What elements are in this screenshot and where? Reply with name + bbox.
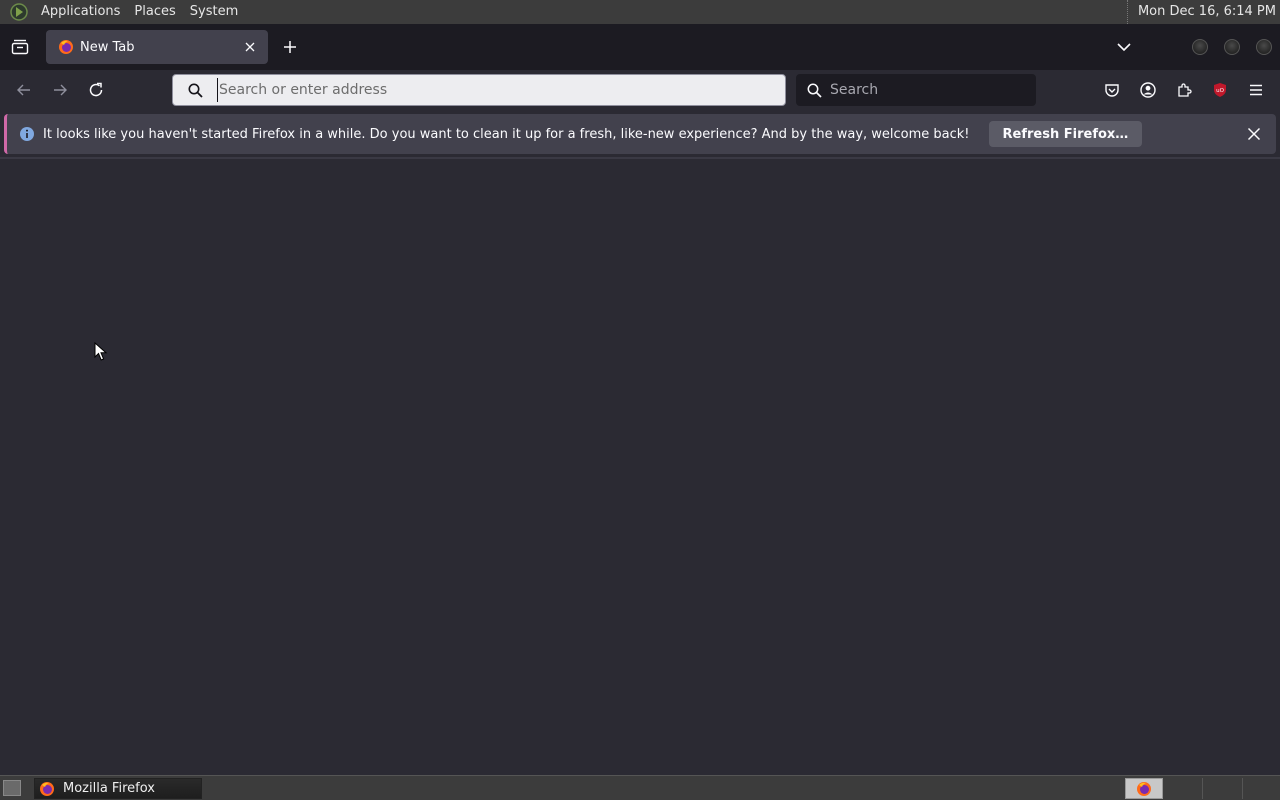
- tab-strip: New Tab: [0, 24, 1280, 70]
- top-panel: Applications Places System Mon Dec 16, 6…: [0, 0, 1280, 24]
- tab-new-tab[interactable]: New Tab: [46, 30, 268, 64]
- refresh-firefox-button[interactable]: Refresh Firefox…: [988, 121, 1143, 147]
- search-icon: [806, 82, 822, 98]
- system-menu[interactable]: System: [183, 0, 245, 24]
- tab-list-icon[interactable]: [8, 36, 32, 58]
- search-input[interactable]: [830, 82, 1036, 98]
- chevron-down-icon[interactable]: [1114, 38, 1134, 56]
- maximize-button[interactable]: [1224, 39, 1240, 55]
- bottom-taskbar: Mozilla Firefox: [0, 775, 1280, 800]
- tab-title: New Tab: [80, 39, 135, 55]
- close-icon[interactable]: [1244, 124, 1264, 144]
- show-desktop-icon[interactable]: [3, 780, 21, 796]
- mouse-cursor-icon: [94, 342, 108, 361]
- reload-icon[interactable]: [84, 78, 108, 102]
- info-icon: [19, 126, 35, 142]
- refresh-firefox-notification: It looks like you haven't started Firefo…: [4, 114, 1276, 154]
- places-menu[interactable]: Places: [127, 0, 182, 24]
- applications-menu[interactable]: Applications: [34, 0, 127, 24]
- workspace-divider: [1242, 778, 1243, 799]
- close-window-button[interactable]: [1256, 39, 1272, 55]
- forward-arrow-icon[interactable]: [48, 78, 72, 102]
- search-icon: [187, 82, 203, 98]
- pocket-icon[interactable]: [1100, 78, 1124, 102]
- plus-icon[interactable]: [280, 36, 300, 58]
- address-input[interactable]: [217, 78, 785, 102]
- hamburger-menu-icon[interactable]: [1244, 78, 1268, 102]
- workspace-switcher[interactable]: [1125, 778, 1163, 799]
- search-bar[interactable]: [796, 74, 1036, 106]
- taskbar-window-title: Mozilla Firefox: [63, 781, 155, 796]
- taskbar-window-button[interactable]: Mozilla Firefox: [34, 778, 202, 799]
- ublock-origin-icon[interactable]: uO: [1208, 78, 1232, 102]
- navigation-toolbar: uO: [0, 70, 1280, 110]
- clock[interactable]: Mon Dec 16, 6:14 PM: [1126, 0, 1276, 24]
- workspace-divider: [1202, 778, 1203, 799]
- firefox-favicon-icon: [58, 39, 74, 55]
- notification-message: It looks like you haven't started Firefo…: [43, 126, 970, 142]
- page-content-area[interactable]: [0, 159, 1280, 775]
- extensions-icon[interactable]: [1172, 78, 1196, 102]
- account-icon[interactable]: [1136, 78, 1160, 102]
- svg-text:uO: uO: [1216, 88, 1224, 94]
- firefox-icon: [39, 781, 55, 797]
- distro-logo-icon[interactable]: [8, 1, 30, 23]
- minimize-button[interactable]: [1192, 39, 1208, 55]
- back-arrow-icon[interactable]: [12, 78, 36, 102]
- close-icon[interactable]: [240, 37, 260, 57]
- address-bar[interactable]: [172, 74, 786, 106]
